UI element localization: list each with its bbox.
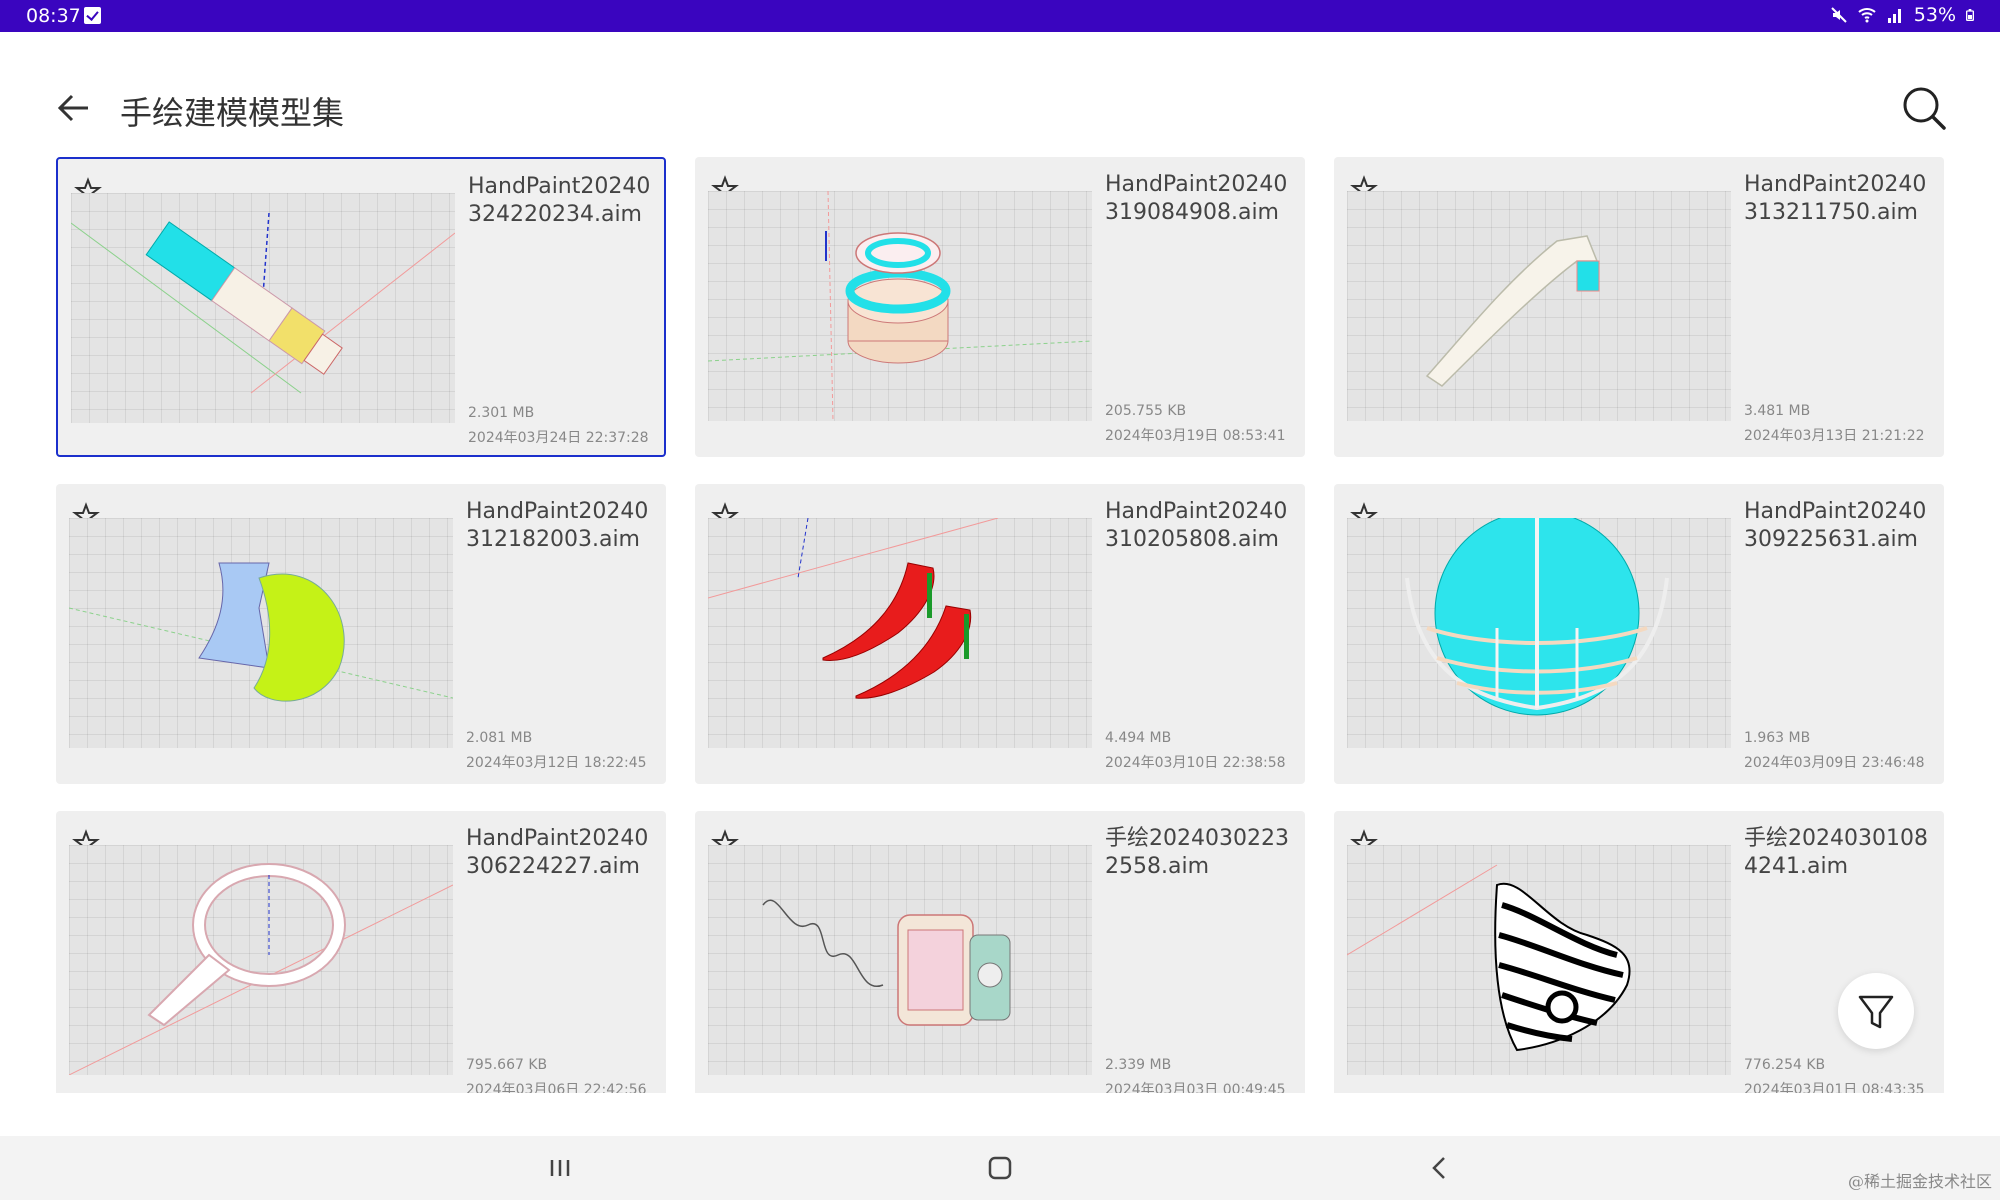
back-arrow-icon[interactable] xyxy=(54,88,94,128)
battery-percent: 53% xyxy=(1913,4,1956,26)
wifi-icon xyxy=(1858,8,1876,23)
magnifier-model-preview xyxy=(69,863,453,1075)
file-name: 手绘20240301084241.aim xyxy=(1744,826,1928,879)
file-size: 795.667 KB xyxy=(466,1057,548,1073)
shell-model-preview xyxy=(69,562,453,702)
model-thumbnail xyxy=(708,191,1092,421)
file-date: 2024年03月13日 21:21:22 xyxy=(1744,428,1925,444)
file-name: HandPaint20240319084908.aim xyxy=(1105,172,1288,225)
file-name: HandPaint20240306224227.aim xyxy=(466,826,649,879)
file-name: HandPaint20240310205808.aim xyxy=(1105,499,1288,552)
file-date: 2024年03月10日 22:38:58 xyxy=(1105,755,1286,771)
model-card[interactable]: 手绘20240302232558.aim 2.339 MB 2024年03月03… xyxy=(695,811,1305,1093)
notification-check-icon xyxy=(84,7,101,24)
model-thumbnail xyxy=(71,193,455,423)
nav-back-icon[interactable] xyxy=(1420,1148,1460,1188)
file-size: 205.755 KB xyxy=(1105,403,1187,419)
model-card[interactable]: 手绘20240301084241.aim 776.254 KB 2024年03月… xyxy=(1334,811,1944,1093)
file-size: 4.494 MB xyxy=(1105,730,1172,746)
file-name: HandPaint20240309225631.aim xyxy=(1744,499,1927,552)
zebra-model-preview xyxy=(1347,864,1631,1052)
watermark: @稀土掘金技术社区 xyxy=(1847,1172,1992,1191)
file-date: 2024年03月12日 18:22:45 xyxy=(466,755,647,771)
box-model-preview xyxy=(762,899,1011,1026)
model-thumbnail xyxy=(1347,191,1731,421)
recent-apps-icon[interactable] xyxy=(540,1148,580,1188)
signal-icon xyxy=(1887,9,1901,23)
model-card[interactable]: HandPaint20240310205808.aim 4.494 MB 202… xyxy=(695,484,1305,784)
model-card[interactable]: HandPaint20240312182003.aim 2.081 MB 202… xyxy=(56,484,666,784)
file-name: HandPaint20240324220234.aim xyxy=(468,174,651,227)
file-date: 2024年03月03日 00:49:45 xyxy=(1105,1082,1286,1093)
file-name: HandPaint20240313211750.aim xyxy=(1744,172,1927,225)
file-size: 2.081 MB xyxy=(466,730,533,746)
model-thumbnail xyxy=(708,518,1092,748)
model-thumbnail xyxy=(1347,845,1731,1075)
model-thumbnail xyxy=(708,845,1092,1075)
file-size: 776.254 KB xyxy=(1744,1057,1826,1073)
file-date: 2024年03月19日 08:53:41 xyxy=(1105,428,1286,444)
rings-model-preview xyxy=(708,191,1092,421)
file-date: 2024年03月24日 22:37:28 xyxy=(468,430,649,446)
model-card[interactable]: HandPaint20240309225631.aim 1.963 MB 202… xyxy=(1334,484,1944,784)
home-icon[interactable] xyxy=(980,1148,1020,1188)
model-grid: HandPaint20240324220234.aim 2.301 MB 202… xyxy=(56,157,1944,1093)
model-thumbnail xyxy=(69,518,453,748)
model-thumbnail xyxy=(69,845,453,1075)
filter-icon xyxy=(1858,995,1894,1029)
filter-button[interactable] xyxy=(1838,973,1914,1049)
faucet-model-preview xyxy=(1425,235,1600,387)
model-card[interactable]: HandPaint20240324220234.aim 2.301 MB 202… xyxy=(56,157,666,457)
mute-icon xyxy=(1831,7,1847,23)
file-date: 2024年03月06日 22:42:56 xyxy=(466,1082,647,1093)
heels-model-preview xyxy=(708,518,999,699)
status-time: 08:37 xyxy=(26,5,81,27)
status-icons: 53% xyxy=(1830,4,1978,26)
model-card[interactable]: HandPaint20240313211750.aim 3.481 MB 202… xyxy=(1334,157,1944,457)
model-card[interactable]: HandPaint20240306224227.aim 795.667 KB 2… xyxy=(56,811,666,1093)
status-bar: 08:37 53% xyxy=(0,0,2000,32)
file-size: 2.301 MB xyxy=(468,405,535,421)
file-name: HandPaint20240312182003.aim xyxy=(466,499,649,552)
file-size: 1.963 MB xyxy=(1744,730,1811,746)
model-card[interactable]: HandPaint20240319084908.aim 205.755 KB 2… xyxy=(695,157,1305,457)
file-date: 2024年03月09日 23:46:48 xyxy=(1744,755,1925,771)
page-title: 手绘建模模型集 xyxy=(120,94,345,132)
file-size: 2.339 MB xyxy=(1105,1057,1172,1073)
search-icon[interactable] xyxy=(1900,84,1948,132)
model-thumbnail xyxy=(1347,518,1731,748)
file-name: 手绘20240302232558.aim xyxy=(1105,826,1289,879)
system-nav-bar: @稀土掘金技术社区 xyxy=(0,1136,2000,1200)
sphere-model-preview xyxy=(1405,518,1669,716)
file-size: 3.481 MB xyxy=(1744,403,1811,419)
file-date: 2024年03月01日 08:43:35 xyxy=(1744,1082,1925,1093)
pen-model-preview xyxy=(71,212,455,394)
battery-icon xyxy=(1966,9,1974,21)
